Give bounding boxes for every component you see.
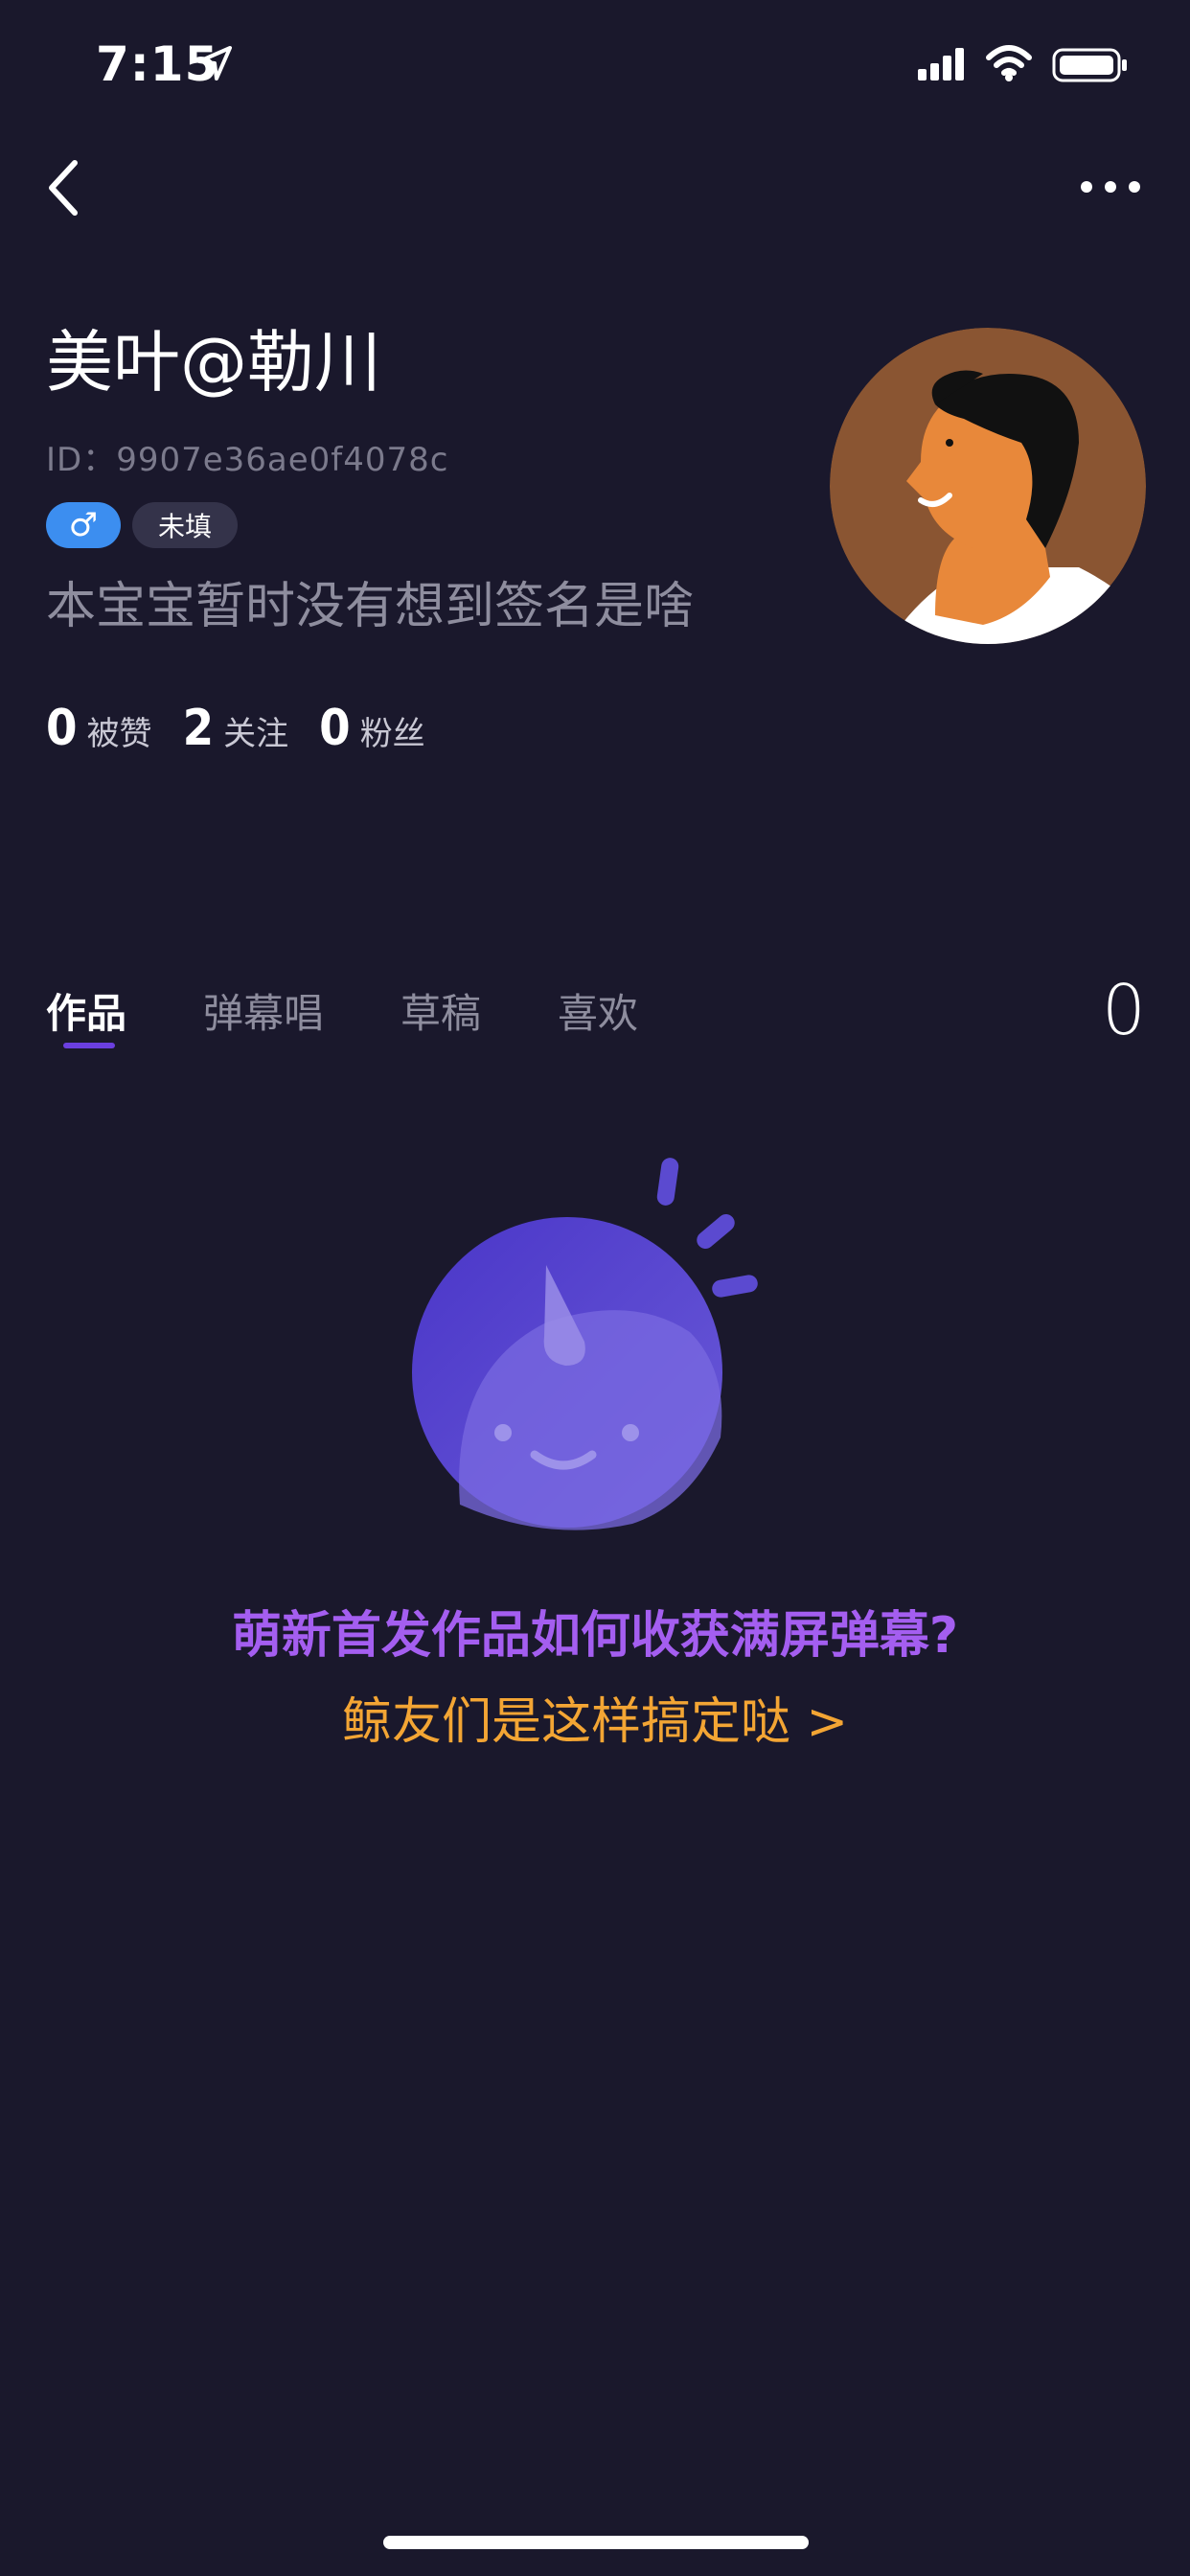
active-tab-indicator (63, 1043, 115, 1048)
battery-icon (1052, 48, 1127, 82)
works-count: 0 (1102, 970, 1146, 1050)
likes-label[interactable]: 被赞 (87, 707, 152, 754)
location-arrow-icon (197, 46, 232, 80)
following-count[interactable]: 2 (183, 700, 215, 757)
tab-drafts[interactable]: 草稿 (400, 981, 481, 1040)
profile-signature: 本宝宝暂时没有想到签名是啥 (46, 578, 695, 635)
profile-name: 美叶@勒川 (46, 323, 381, 402)
avatar[interactable] (830, 328, 1146, 644)
tab-danmaku-sing[interactable]: 弹幕唱 (203, 981, 324, 1040)
likes-count[interactable]: 0 (46, 700, 78, 757)
wifi-icon (986, 45, 1032, 81)
gender-badge: ♂ (46, 502, 121, 548)
empty-state-title: 萌新首发作品如何收获满屏弹幕? (231, 1607, 959, 1665)
followers-label[interactable]: 粉丝 (360, 707, 425, 754)
followers-count[interactable]: 0 (319, 700, 351, 757)
profile-id: ID：9907e36ae0f4078c (46, 441, 449, 479)
empty-state-link[interactable]: 鲸友们是这样搞定哒 > (0, 1681, 1190, 1753)
more-options-button[interactable] (1079, 172, 1142, 201)
tab-works[interactable]: 作品 (46, 981, 126, 1040)
region-badge[interactable]: 未填 (132, 502, 238, 548)
following-label[interactable]: 关注 (223, 707, 288, 754)
cellular-signal-icon (918, 48, 964, 80)
empty-state-illustration (412, 1158, 758, 1530)
tab-likes[interactable]: 喜欢 (558, 981, 638, 1040)
back-button[interactable] (42, 157, 84, 218)
male-icon: ♂ (68, 506, 99, 544)
home-indicator[interactable] (383, 2536, 809, 2549)
profile-stats: 0 被赞 2 关注 0 粉丝 (46, 700, 456, 757)
